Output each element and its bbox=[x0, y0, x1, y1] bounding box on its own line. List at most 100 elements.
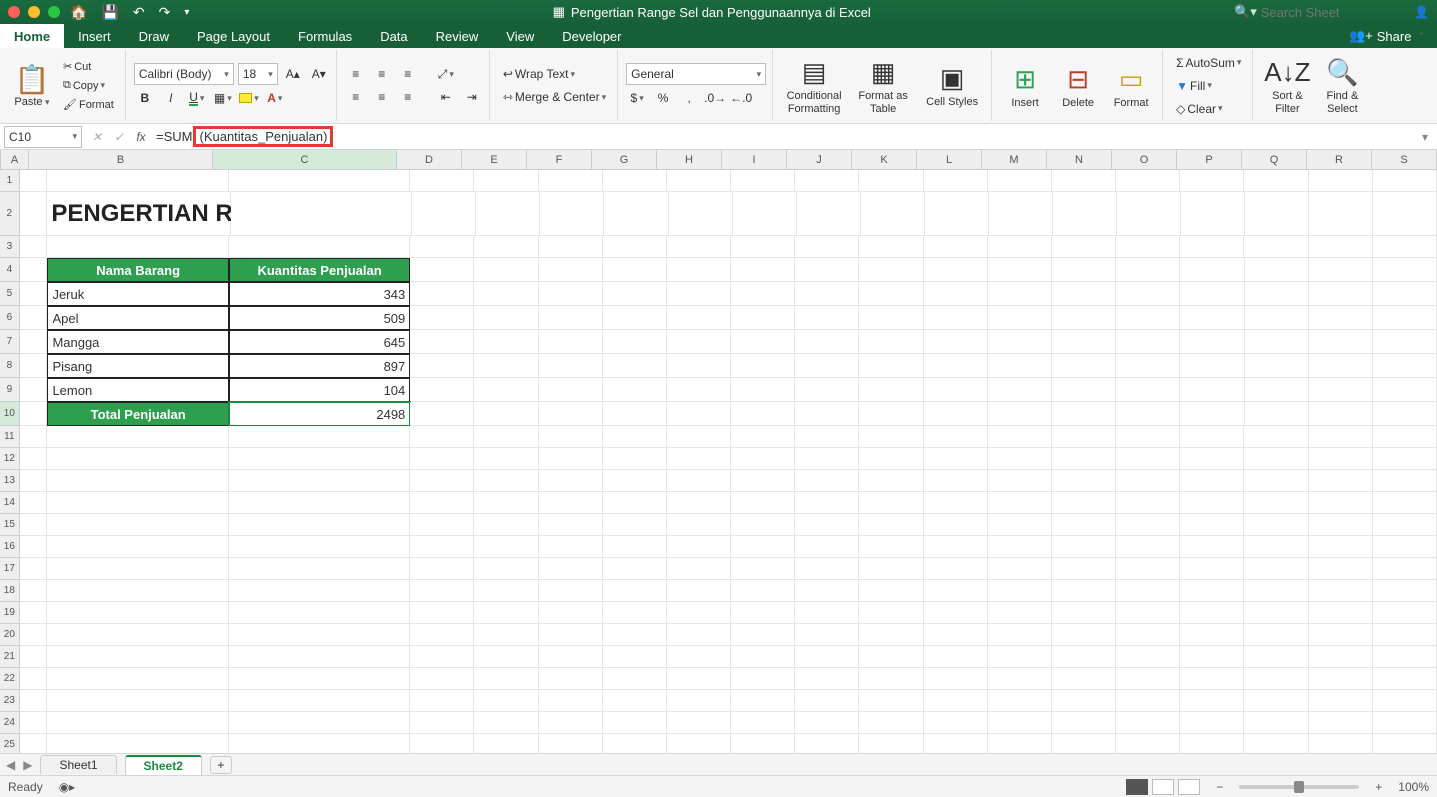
spreadsheet-grid[interactable]: ABCDEFGHIJKLMNOPQRS 12PENGERTIAN RANGE S… bbox=[0, 150, 1437, 753]
cell[interactable] bbox=[1373, 646, 1437, 668]
cell[interactable] bbox=[603, 258, 667, 282]
cell[interactable] bbox=[988, 602, 1052, 624]
col-header-S[interactable]: S bbox=[1372, 150, 1437, 169]
cell[interactable] bbox=[924, 448, 988, 470]
cell[interactable] bbox=[1180, 258, 1244, 282]
cell[interactable] bbox=[1052, 306, 1116, 330]
cell[interactable] bbox=[795, 668, 859, 690]
cell[interactable] bbox=[20, 378, 48, 402]
name-box[interactable]: C10▾ bbox=[4, 126, 82, 148]
cell[interactable] bbox=[1309, 536, 1373, 558]
cell[interactable] bbox=[795, 558, 859, 580]
cell[interactable] bbox=[603, 734, 667, 753]
col-header-G[interactable]: G bbox=[592, 150, 657, 169]
number-format-select[interactable]: General bbox=[626, 63, 766, 85]
cell[interactable] bbox=[667, 236, 731, 258]
cell[interactable] bbox=[476, 192, 540, 236]
cell[interactable] bbox=[603, 306, 667, 330]
cell[interactable] bbox=[1116, 536, 1180, 558]
cell[interactable] bbox=[1181, 192, 1245, 236]
cell[interactable] bbox=[1373, 470, 1437, 492]
cell[interactable] bbox=[410, 646, 474, 668]
comma-icon[interactable]: , bbox=[678, 88, 700, 108]
row-header[interactable]: 1 bbox=[0, 170, 20, 192]
cell[interactable] bbox=[47, 170, 228, 192]
cell[interactable] bbox=[1052, 734, 1116, 753]
cell[interactable] bbox=[539, 558, 603, 580]
cell[interactable] bbox=[1244, 624, 1308, 646]
cell[interactable] bbox=[667, 646, 731, 668]
cell[interactable] bbox=[1244, 492, 1308, 514]
cell[interactable] bbox=[603, 330, 667, 354]
cell[interactable] bbox=[474, 668, 538, 690]
cell[interactable] bbox=[1373, 602, 1437, 624]
cell[interactable] bbox=[20, 170, 48, 192]
cell[interactable] bbox=[667, 624, 731, 646]
cell[interactable] bbox=[603, 580, 667, 602]
cell[interactable] bbox=[1245, 306, 1309, 330]
cell[interactable] bbox=[1180, 402, 1244, 426]
cell[interactable] bbox=[20, 690, 48, 712]
add-sheet-button[interactable]: + bbox=[210, 756, 232, 774]
cell[interactable] bbox=[1373, 426, 1437, 448]
cell[interactable] bbox=[731, 402, 795, 426]
row-header[interactable]: 22 bbox=[0, 668, 20, 690]
cell[interactable] bbox=[1052, 378, 1116, 402]
cell[interactable] bbox=[861, 192, 925, 236]
cell[interactable] bbox=[410, 712, 474, 734]
zoom-level[interactable]: 100% bbox=[1398, 780, 1429, 794]
cell[interactable] bbox=[1373, 192, 1437, 236]
cell[interactable] bbox=[1180, 734, 1244, 753]
cell[interactable] bbox=[1309, 514, 1373, 536]
align-top-icon[interactable]: ≡ bbox=[345, 64, 367, 84]
cell[interactable] bbox=[924, 378, 988, 402]
row-header[interactable]: 5 bbox=[0, 282, 20, 306]
cell[interactable] bbox=[1309, 668, 1373, 690]
cell[interactable] bbox=[667, 354, 731, 378]
cell[interactable] bbox=[731, 354, 795, 378]
tab-formulas[interactable]: Formulas bbox=[284, 24, 366, 48]
cell[interactable] bbox=[1244, 448, 1308, 470]
cell[interactable] bbox=[859, 734, 923, 753]
cell[interactable] bbox=[410, 354, 474, 378]
cell[interactable] bbox=[1116, 712, 1180, 734]
cell[interactable] bbox=[667, 734, 731, 753]
cell[interactable] bbox=[1373, 170, 1437, 192]
cell[interactable] bbox=[795, 170, 859, 192]
view-page-layout-icon[interactable] bbox=[1152, 779, 1174, 795]
tab-view[interactable]: View bbox=[492, 24, 548, 48]
cell[interactable] bbox=[669, 192, 733, 236]
cut-button[interactable]: ✂Cut bbox=[58, 58, 119, 75]
cell[interactable] bbox=[1052, 170, 1116, 192]
cell[interactable] bbox=[1373, 624, 1437, 646]
cell[interactable] bbox=[731, 170, 795, 192]
cell[interactable] bbox=[1245, 354, 1309, 378]
fx-icon[interactable]: fx bbox=[130, 130, 152, 144]
cell[interactable] bbox=[1052, 354, 1116, 378]
cell[interactable] bbox=[1116, 470, 1180, 492]
cell[interactable] bbox=[229, 602, 410, 624]
sheet-tab-1[interactable]: Sheet1 bbox=[40, 755, 116, 774]
cell[interactable] bbox=[989, 192, 1053, 236]
decrease-decimal-icon[interactable]: ←.0 bbox=[730, 88, 752, 108]
align-center-icon[interactable]: ≡ bbox=[371, 87, 393, 107]
cell[interactable] bbox=[410, 378, 474, 402]
row-header[interactable]: 16 bbox=[0, 536, 20, 558]
cell[interactable] bbox=[1244, 514, 1308, 536]
cell[interactable] bbox=[859, 712, 923, 734]
table-cell-qty[interactable]: 104 bbox=[229, 378, 410, 402]
cell[interactable] bbox=[1309, 558, 1373, 580]
row-header[interactable]: 6 bbox=[0, 306, 20, 330]
cell[interactable] bbox=[797, 192, 861, 236]
cell[interactable] bbox=[1373, 448, 1437, 470]
row-header[interactable]: 19 bbox=[0, 602, 20, 624]
cell[interactable] bbox=[474, 624, 538, 646]
cell[interactable] bbox=[1052, 624, 1116, 646]
cell[interactable] bbox=[1180, 306, 1244, 330]
table-cell-qty[interactable]: 343 bbox=[229, 282, 410, 306]
cell[interactable] bbox=[410, 492, 474, 514]
cell[interactable] bbox=[1245, 330, 1309, 354]
cell[interactable] bbox=[20, 282, 48, 306]
cell[interactable] bbox=[474, 602, 538, 624]
cell[interactable] bbox=[229, 236, 410, 258]
